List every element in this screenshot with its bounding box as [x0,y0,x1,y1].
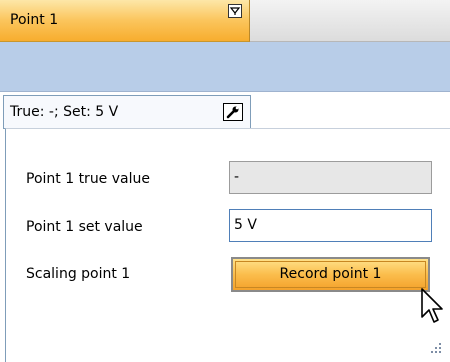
filter-icon[interactable] [228,4,242,18]
header-empty-area [250,0,450,42]
true-value-label: Point 1 true value [26,171,150,187]
wrench-icon-glyph [226,106,239,119]
column-header-point-1[interactable]: Point 1 [0,0,250,42]
true-value-field: - [229,161,432,194]
resize-grip-icon[interactable] [428,340,444,356]
point-summary-dropdown[interactable]: True: -; Set: 5 V [3,95,251,129]
set-value-input[interactable]: 5 V [229,209,432,242]
scaling-label: Scaling point 1 [26,266,131,282]
record-point-button-label: Record point 1 [279,266,382,282]
mouse-pointer-icon [421,288,443,323]
point-summary-text: True: -; Set: 5 V [10,104,119,120]
set-value-label: Point 1 set value [26,219,143,235]
filter-icon-glyph [229,7,241,15]
record-point-button[interactable]: Record point 1 [231,257,430,292]
group-band-divider [0,91,450,92]
group-band [0,42,450,92]
column-header-title: Point 1 [10,12,59,28]
wrench-icon[interactable] [223,103,243,121]
